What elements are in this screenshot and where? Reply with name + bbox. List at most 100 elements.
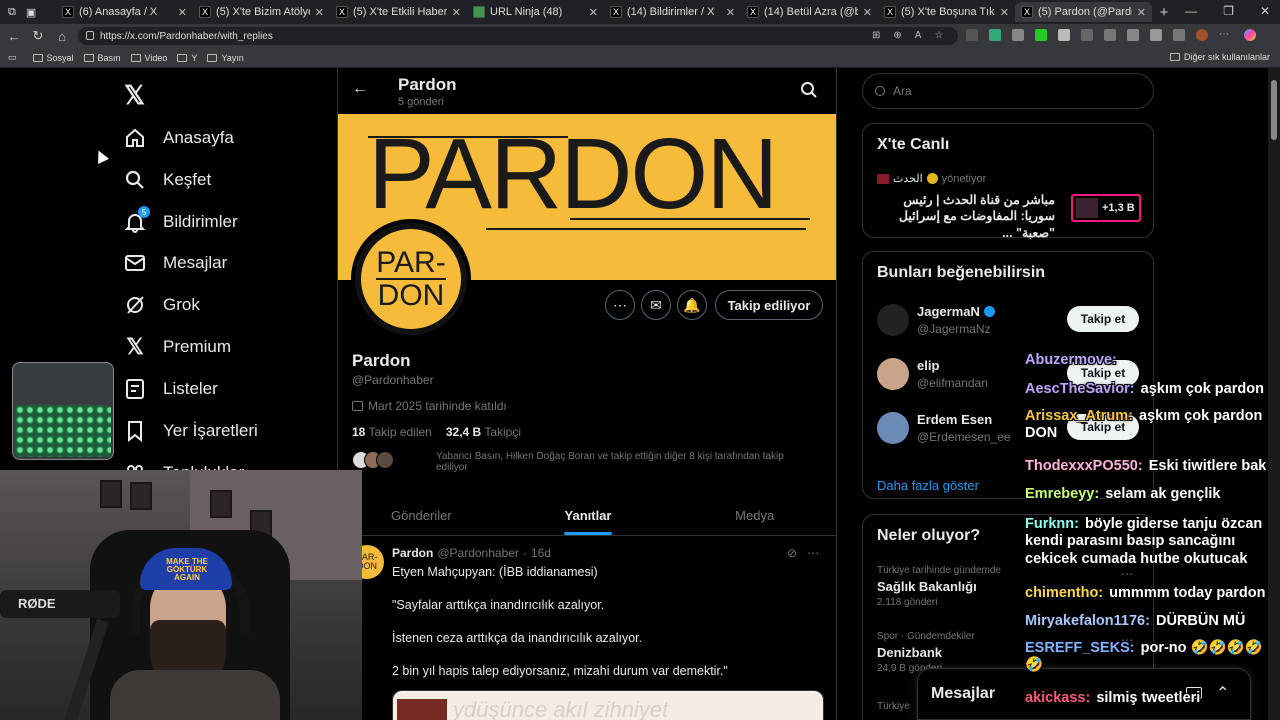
live-thumbnail [1076,198,1098,218]
chat-username: ESREFF_SEKS: [1025,640,1135,656]
live-source[interactable]: الحدث yönetiyor [877,172,986,185]
bookmark-video[interactable]: Video [130,53,167,63]
copilot-icon[interactable] [1244,29,1256,41]
follow-button[interactable]: Takip et [1067,306,1139,332]
tab-list-icon[interactable]: ▣ [26,6,36,19]
close-window-button[interactable]: ✕ [1260,4,1270,18]
tweet-media[interactable]: ydüşünce akıl zihniyet [392,690,824,720]
browser-tab[interactable]: URL Ninja (48) ✕ [467,2,604,22]
tweet-time[interactable]: 16d [531,546,551,560]
home-browser-icon[interactable]: ⌂ [50,29,74,44]
minimize-button[interactable]: — [1185,4,1197,18]
extension-icon[interactable] [1035,29,1047,41]
bookmark-sosyal[interactable]: Sosyal [32,53,74,63]
message-button[interactable]: ✉ [641,290,671,320]
back-arrow-icon[interactable]: ← [352,80,368,98]
other-favorites[interactable]: Diğer sık kullanılanlar [1169,52,1270,62]
bookmark-yayin[interactable]: Yayın [207,53,244,63]
nav-item-mail[interactable]: Mesajlar [124,252,227,274]
close-tab-icon[interactable]: ✕ [452,6,461,19]
split-screen-icon[interactable] [1104,29,1116,41]
browser-tab[interactable]: X(5) X'te Etkili Haber: "TRT H✕ [330,2,467,22]
app-available-icon[interactable]: ⊞ [872,30,880,41]
following-count-link[interactable]: 18 Takip edilen [352,425,432,439]
grok-icon[interactable]: ⊘ [787,546,797,560]
url-field[interactable]: https://x.com/Pardonhaber/with_replies [78,27,958,45]
bookmark-y[interactable]: Y [177,53,197,63]
browser-tab[interactable]: X (6) Anasayfa / X ✕ [56,2,193,22]
account-handle: @elifmandan [917,376,988,390]
avatar[interactable] [877,304,909,336]
webcam-overlay: MAKE THE GÖKTÜRK AGAIN RØDE [0,470,362,720]
reload-icon[interactable]: ↻ [26,28,50,44]
extension-icon[interactable] [1081,29,1093,41]
tab-posts[interactable]: Gönderiler [338,496,505,535]
close-tab-icon[interactable]: ✕ [315,6,324,19]
nav-item-grok[interactable]: Grok [124,294,200,316]
nav-item-home[interactable]: Anasayfa [124,127,234,149]
search-icon[interactable] [800,81,818,99]
subscribe-bell-button[interactable]: 🔔 [677,290,707,320]
followed-by-link[interactable]: Yabancı Basın, Hilken Doğaç Boran ve tak… [352,451,792,473]
favorites-icon[interactable] [1127,29,1139,41]
followers-count-link[interactable]: 32,4 B Takipçi [446,425,521,439]
nav-item-bell[interactable]: 5 Bildirimler [124,206,238,233]
browser-tab[interactable]: X (14) Bildirimler / X ✕ [604,2,741,22]
live-listeners-pill[interactable]: +1,3 B [1071,194,1141,222]
live-stream-title[interactable]: مباشر من قناة الحدث | رئيس سوريا: المفاو… [875,192,1055,241]
close-tab-icon[interactable]: ✕ [726,6,735,19]
tab-media[interactable]: Medya [671,496,836,535]
tweet[interactable]: PAR- DON Pardon @Pardonhaber · 16d ⊘ ⋯ Et… [338,537,836,720]
nav-item-search[interactable]: Keşfet [124,169,211,191]
bookmark-import-icon[interactable]: ▭ [8,52,17,63]
collections-icon[interactable] [1173,29,1185,41]
zoom-icon[interactable]: ⊕ [893,30,901,41]
avatar[interactable] [877,358,909,390]
profile-header-name: Pardon [398,75,457,94]
browser-tab[interactable]: X(5) Pardon (@Pardonhaber✕ [1015,2,1152,22]
suggested-account[interactable]: JagermaN @JagermaNz Takip et [877,300,1147,344]
close-tab-icon[interactable]: ✕ [1137,6,1146,19]
favorite-star-icon[interactable]: ☆ [934,30,943,41]
maximize-button[interactable]: ❐ [1223,4,1234,18]
nav-item-x[interactable]: 𝕏 Premium [124,334,231,359]
suggest-title: Bunları beğenebilirsin [877,264,1046,281]
scrollbar-thumb[interactable] [1271,80,1277,140]
browser-tab[interactable]: X(5) X'te Bizim Atölye: ""AKP✕ [193,2,330,22]
bookmark-basin[interactable]: Basın [83,53,121,63]
extension-icon[interactable] [989,29,1001,41]
more-dots-icon[interactable]: ⋯ [807,546,819,560]
extension-icon[interactable] [1058,29,1070,41]
search-input[interactable]: Ara [862,73,1154,109]
extension-icon[interactable] [966,29,978,41]
grok-icon [124,294,146,316]
x-logo-icon[interactable]: 𝕏 [124,80,145,111]
more-options-button[interactable]: ⋯ [605,290,635,320]
tweet-author-name[interactable]: Pardon [392,546,433,560]
close-tab-icon[interactable]: ✕ [589,6,598,19]
profile-avatar[interactable]: PAR- DON [351,219,471,339]
following-button[interactable]: Takip ediliyor [715,290,823,320]
back-icon[interactable]: ← [2,29,26,44]
extension-icon[interactable] [1012,29,1024,41]
browser-tab[interactable]: X(5) X'te Boşuna Tıklama: "S✕ [878,2,1015,22]
chat-username: Furknn: [1025,516,1079,532]
show-more-link[interactable]: Daha fazla göster [877,478,979,493]
extensions: ⋯ [966,29,1256,41]
workspaces-icon[interactable]: ⧉ [8,6,16,19]
close-tab-icon[interactable]: ✕ [863,6,872,19]
new-tab-button[interactable]: + [1152,4,1176,21]
heart-icon[interactable] [1150,29,1162,41]
nav-item-list[interactable]: Listeler [124,378,218,400]
nav-item-bookmark[interactable]: Yer İşaretleri [124,420,258,442]
x-favicon-icon: X [884,6,896,18]
browser-tab[interactable]: X(14) Betül Azra (@betulazr✕ [741,2,878,22]
menu-dots-icon[interactable]: ⋯ [1219,29,1233,41]
tweet-author-handle[interactable]: @Pardonhaber [437,546,519,560]
avatar[interactable] [877,412,909,444]
tab-replies[interactable]: Yanıtlar [505,496,672,535]
read-aloud-icon[interactable]: A [915,30,922,41]
close-tab-icon[interactable]: ✕ [178,6,187,19]
profile-avatar[interactable] [1196,29,1208,41]
close-tab-icon[interactable]: ✕ [1000,6,1009,19]
